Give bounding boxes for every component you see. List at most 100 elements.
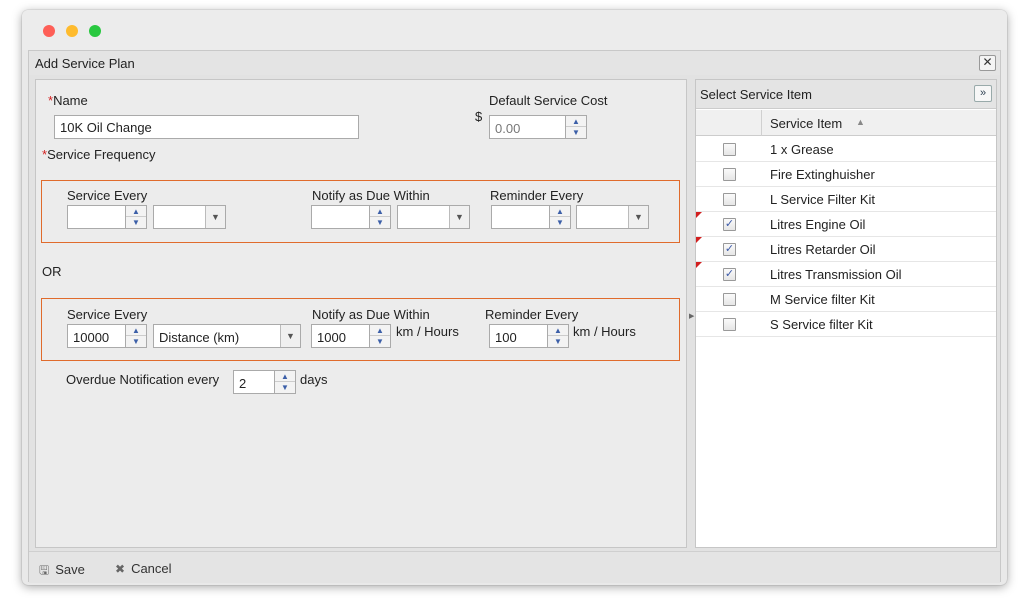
service-every-spinner[interactable]: 10000 ▲ ▼ xyxy=(67,324,147,348)
service-item-checkbox[interactable]: ✓ xyxy=(723,268,736,281)
app-window: Add Service Plan ✕ *Name Default Service… xyxy=(22,10,1007,585)
window-titlebar xyxy=(22,10,1007,50)
service-item-checkbox[interactable] xyxy=(723,193,736,206)
close-icon: ✕ xyxy=(982,55,993,69)
service-item-checkbox[interactable]: ✓ xyxy=(723,218,736,231)
chevron-down-icon: ▼ xyxy=(280,325,300,347)
frequency-distance-group: Service Every 10000 ▲ ▼ Distance (km) ▼ N… xyxy=(41,298,680,361)
name-input[interactable] xyxy=(54,115,359,139)
reminder-unit-label: km / Hours xyxy=(573,324,636,339)
currency-symbol: $ xyxy=(475,109,483,124)
service-item-name: Litres Transmission Oil xyxy=(770,267,902,282)
service-item-row[interactable]: ✓ Litres Retarder Oil xyxy=(696,237,996,262)
x-icon: ✖ xyxy=(115,562,126,576)
decrement-icon[interactable]: ▼ xyxy=(126,217,146,228)
decrement-icon[interactable]: ▼ xyxy=(275,382,295,393)
service-item-checkbox[interactable] xyxy=(723,168,736,181)
reminder-spinner[interactable]: ▲ ▼ xyxy=(491,205,571,229)
overdue-spinner[interactable]: 2 ▲ ▼ xyxy=(233,370,296,394)
notify-unit-label: km / Hours xyxy=(396,324,459,339)
increment-icon[interactable]: ▲ xyxy=(370,206,390,217)
service-item-checkbox[interactable] xyxy=(723,318,736,331)
increment-icon[interactable]: ▲ xyxy=(126,206,146,217)
checkbox-column-header xyxy=(696,110,762,136)
service-item-name: S Service filter Kit xyxy=(770,317,873,332)
maximize-window-button[interactable] xyxy=(89,25,101,37)
service-item-name: Litres Retarder Oil xyxy=(770,242,876,257)
service-item-name: Fire Extinghuisher xyxy=(770,167,875,182)
dialog-header: Add Service Plan ✕ xyxy=(29,51,1000,75)
name-label: *Name xyxy=(48,93,88,108)
increment-icon[interactable]: ▲ xyxy=(550,206,570,217)
service-unit-select[interactable]: Distance (km) ▼ xyxy=(153,324,301,348)
service-item-checkbox[interactable]: ✓ xyxy=(723,243,736,256)
service-unit-select[interactable]: ▼ xyxy=(153,205,226,229)
modified-indicator-icon xyxy=(696,237,702,243)
modified-indicator-icon xyxy=(696,262,702,268)
reminder-unit-select[interactable]: ▼ xyxy=(576,205,649,229)
service-item-row[interactable]: 1 x Grease xyxy=(696,137,996,162)
or-label: OR xyxy=(42,264,62,279)
notify-unit-select[interactable]: ▼ xyxy=(397,205,470,229)
default-cost-spinner[interactable]: 0.00 ▲ ▼ xyxy=(489,115,587,139)
save-button[interactable]: 🖫 Save xyxy=(39,561,85,582)
service-item-name: M Service filter Kit xyxy=(770,292,875,307)
select-service-item-panel: Select Service Item » Service Item ▲ 1 x… xyxy=(695,79,997,548)
default-cost-label: Default Service Cost xyxy=(489,93,608,108)
increment-icon[interactable]: ▲ xyxy=(548,325,568,336)
decrement-icon[interactable]: ▼ xyxy=(548,336,568,347)
increment-icon[interactable]: ▲ xyxy=(370,325,390,336)
increment-icon[interactable]: ▲ xyxy=(566,116,586,127)
notify-spinner[interactable]: ▲ ▼ xyxy=(311,205,391,229)
floppy-disk-icon: 🖫 xyxy=(39,563,50,577)
service-item-name: L Service Filter Kit xyxy=(770,192,875,207)
panel-splitter[interactable]: ▶ xyxy=(689,301,694,331)
overdue-unit-label: days xyxy=(300,372,328,387)
decrement-icon[interactable]: ▼ xyxy=(550,217,570,228)
modified-indicator-icon xyxy=(696,212,702,218)
service-item-row[interactable]: L Service Filter Kit xyxy=(696,187,996,212)
service-item-row[interactable]: S Service filter Kit xyxy=(696,312,996,337)
notify-spinner[interactable]: 1000 ▲ ▼ xyxy=(311,324,391,348)
service-every-spinner[interactable]: ▲ ▼ xyxy=(67,205,147,229)
close-dialog-button[interactable]: ✕ xyxy=(979,55,996,71)
dialog-footer: 🖫 Save ✖ Cancel xyxy=(29,551,1000,583)
increment-icon[interactable]: ▲ xyxy=(126,325,146,336)
service-item-row[interactable]: ✓ Litres Engine Oil xyxy=(696,212,996,237)
service-every-label: Service Every xyxy=(67,188,148,203)
service-every-label: Service Every xyxy=(67,307,148,322)
service-item-name: 1 x Grease xyxy=(770,142,834,157)
service-item-column-header[interactable]: Service Item xyxy=(770,116,842,131)
service-item-row[interactable]: ✓ Litres Transmission Oil xyxy=(696,262,996,287)
notify-label: Notify as Due Within xyxy=(312,307,430,322)
minimize-window-button[interactable] xyxy=(66,25,78,37)
default-cost-value: 0.00 xyxy=(495,121,521,136)
frequency-time-group: Service Every ▲ ▼ ▼ Notify as Due Within … xyxy=(41,180,680,243)
panel-title: Select Service Item xyxy=(700,87,812,102)
reminder-label: Reminder Every xyxy=(485,307,579,322)
reminder-spinner[interactable]: 100 ▲ ▼ xyxy=(489,324,569,348)
chevron-down-icon: ▼ xyxy=(628,206,648,228)
panel-header: Select Service Item » xyxy=(696,80,996,109)
decrement-icon[interactable]: ▼ xyxy=(126,336,146,347)
expand-panel-button[interactable]: » xyxy=(974,85,992,102)
cancel-button[interactable]: ✖ Cancel xyxy=(115,561,172,576)
service-item-name: Litres Engine Oil xyxy=(770,217,866,232)
service-item-row[interactable]: Fire Extinghuisher xyxy=(696,162,996,187)
close-window-button[interactable] xyxy=(43,25,55,37)
decrement-icon[interactable]: ▼ xyxy=(370,217,390,228)
notify-label: Notify as Due Within xyxy=(312,188,430,203)
decrement-icon[interactable]: ▼ xyxy=(370,336,390,347)
dialog-title: Add Service Plan xyxy=(35,56,135,71)
service-frequency-label: *Service Frequency xyxy=(42,147,156,162)
service-item-row[interactable]: M Service filter Kit xyxy=(696,287,996,312)
increment-icon[interactable]: ▲ xyxy=(275,371,295,382)
chevron-down-icon: ▼ xyxy=(449,206,469,228)
decrement-icon[interactable]: ▼ xyxy=(566,127,586,138)
service-item-checkbox[interactable] xyxy=(723,143,736,156)
double-chevron-right-icon: » xyxy=(979,87,987,99)
service-plan-form: *Name Default Service Cost $ 0.00 ▲▼ *Se… xyxy=(35,79,687,548)
service-item-checkbox[interactable] xyxy=(723,293,736,306)
grid-header: Service Item ▲ xyxy=(696,110,996,136)
add-service-plan-dialog: Add Service Plan ✕ *Name Default Service… xyxy=(28,50,1001,583)
